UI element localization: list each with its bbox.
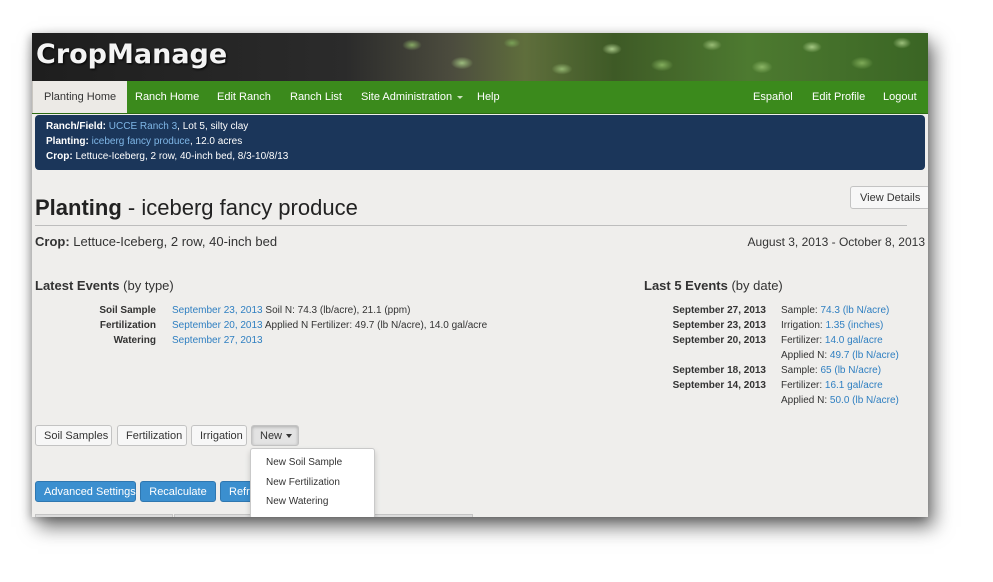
event-prefix: Applied N: bbox=[781, 350, 830, 361]
event-prefix: Sample: bbox=[781, 305, 821, 316]
event-value: Fertilizer: 16.1 gal/acre bbox=[781, 380, 883, 391]
last-5-events-sub: (by date) bbox=[731, 278, 783, 293]
nav-planting-home[interactable]: Planting Home bbox=[32, 81, 128, 113]
event-prefix: Fertilizer: bbox=[781, 380, 825, 391]
fertilization-button[interactable]: Fertilization bbox=[117, 425, 187, 446]
caret-down-icon bbox=[286, 434, 293, 439]
title-divider bbox=[35, 225, 907, 226]
ranch-link[interactable]: UCCE Ranch 3 bbox=[109, 121, 177, 132]
event-value-link[interactable]: 14.0 gal/acre bbox=[825, 335, 883, 346]
crop-summary-value: Lettuce-Iceberg, 2 row, 40-inch bed bbox=[73, 234, 278, 249]
app-window: CropManage Planting Home Ranch Home Edit… bbox=[32, 33, 928, 517]
ranch-field-rest: , Lot 5, silty clay bbox=[177, 121, 249, 132]
event-value-link[interactable]: 16.1 gal/acre bbox=[825, 380, 883, 391]
event-date-link[interactable]: September 23, 2013 bbox=[172, 305, 263, 316]
event-detail: Applied N Fertilizer: 49.7 (lb N/acre), … bbox=[264, 320, 488, 331]
recalculate-button[interactable]: Recalculate bbox=[140, 481, 216, 502]
planting-row: Planting: iceberg fancy produce, 12.0 ac… bbox=[46, 136, 242, 147]
event-value-link[interactable]: 50.0 (lb N/acre) bbox=[830, 395, 899, 406]
advanced-settings-button[interactable]: Advanced Settings bbox=[35, 481, 136, 502]
event-type-value: September 27, 2013 bbox=[172, 335, 263, 346]
crop-summary-label: Crop: bbox=[35, 234, 70, 249]
nav-edit-ranch[interactable]: Edit Ranch bbox=[206, 81, 282, 113]
nav-edit-profile[interactable]: Edit Profile bbox=[801, 81, 876, 113]
event-value-link[interactable]: 74.3 (lb N/acre) bbox=[820, 305, 889, 316]
event-date: September 14, 2013 bbox=[672, 380, 766, 391]
nav-help[interactable]: Help bbox=[466, 81, 511, 113]
event-value: Sample: 65 (lb N/acre) bbox=[781, 365, 881, 376]
crop-leaves-image bbox=[392, 33, 928, 81]
latest-events-heading: Latest Events (by type) bbox=[35, 278, 174, 293]
menu-item-new-watering[interactable]: New Watering bbox=[266, 496, 328, 507]
event-prefix: Irrigation: bbox=[781, 320, 826, 331]
chevron-down-icon bbox=[457, 95, 464, 99]
event-value: Applied N: 50.0 (lb N/acre) bbox=[781, 395, 899, 406]
event-date: September 27, 2013 bbox=[672, 305, 766, 316]
crop-summary: Crop: Lettuce-Iceberg, 2 row, 40-inch be… bbox=[35, 234, 277, 249]
event-type-value: September 20, 2013 Applied N Fertilizer:… bbox=[172, 320, 487, 331]
ranch-field-row: Ranch/Field: UCCE Ranch 3, Lot 5, silty … bbox=[46, 121, 248, 132]
planting-date-range: August 3, 2013 - October 8, 2013 bbox=[747, 235, 925, 249]
irrigation-button[interactable]: Irrigation bbox=[191, 425, 247, 446]
nav-espanol[interactable]: Español bbox=[742, 81, 804, 113]
crop-label: Crop: bbox=[46, 151, 73, 162]
event-value-link[interactable]: 49.7 (lb N/acre) bbox=[830, 350, 899, 361]
planting-link[interactable]: iceberg fancy produce bbox=[92, 136, 190, 147]
event-type-label: Watering bbox=[113, 335, 156, 346]
planting-rest: , 12.0 acres bbox=[189, 136, 243, 147]
page-title-name: iceberg fancy produce bbox=[141, 195, 358, 220]
event-prefix: Sample: bbox=[781, 365, 821, 376]
nav-site-administration[interactable]: Site Administration bbox=[350, 81, 474, 113]
nav-ranch-home[interactable]: Ranch Home bbox=[124, 81, 210, 113]
header-banner: CropManage bbox=[32, 33, 928, 81]
crop-row: Crop: Lettuce-Iceberg, 2 row, 40-inch be… bbox=[46, 151, 288, 162]
menu-item-new-fertilization[interactable]: New Fertilization bbox=[266, 477, 340, 488]
menu-item-new-soil-sample[interactable]: New Soil Sample bbox=[266, 457, 342, 468]
event-value: Applied N: 49.7 (lb N/acre) bbox=[781, 350, 899, 361]
last-5-events-title: Last 5 Events bbox=[644, 278, 728, 293]
nav-ranch-list[interactable]: Ranch List bbox=[279, 81, 353, 113]
new-dropdown-menu: New Soil Sample New Fertilization New Wa… bbox=[250, 448, 375, 517]
event-type-label: Fertilization bbox=[99, 320, 156, 331]
app-logo[interactable]: CropManage bbox=[36, 39, 227, 70]
event-date: September 18, 2013 bbox=[672, 365, 766, 376]
event-value: Sample: 74.3 (lb N/acre) bbox=[781, 305, 889, 316]
event-prefix: Fertilizer: bbox=[781, 335, 825, 346]
page-title: Planting - iceberg fancy produce bbox=[35, 195, 358, 221]
planting-info-box: Ranch/Field: UCCE Ranch 3, Lot 5, silty … bbox=[35, 115, 925, 170]
soil-samples-button[interactable]: Soil Samples bbox=[35, 425, 112, 446]
ranch-field-label: Ranch/Field: bbox=[46, 121, 107, 132]
new-dropdown-button[interactable]: New bbox=[251, 425, 299, 446]
last-5-events-heading: Last 5 Events (by date) bbox=[644, 278, 783, 293]
event-value: Fertilizer: 14.0 gal/acre bbox=[781, 335, 883, 346]
page-title-bold: Planting bbox=[35, 195, 122, 220]
event-detail: Soil N: 74.3 (lb/acre), 21.1 (ppm) bbox=[265, 305, 411, 316]
page-title-separator: - bbox=[121, 195, 142, 220]
event-date-link[interactable]: September 27, 2013 bbox=[172, 335, 263, 346]
event-type-label: Soil Sample bbox=[99, 305, 156, 316]
new-button-label: New bbox=[260, 430, 283, 442]
event-value: Irrigation: 1.35 (inches) bbox=[781, 320, 883, 331]
event-type-value: September 23, 2013 Soil N: 74.3 (lb/acre… bbox=[172, 305, 410, 316]
event-date: September 23, 2013 bbox=[672, 320, 766, 331]
event-date-link[interactable]: September 20, 2013 bbox=[172, 320, 263, 331]
nav-site-administration-label: Site Administration bbox=[361, 91, 453, 103]
event-date: September 20, 2013 bbox=[672, 335, 766, 346]
tab-stub bbox=[35, 514, 173, 517]
main-nav: Planting Home Ranch Home Edit Ranch Ranc… bbox=[32, 81, 928, 114]
latest-events-title: Latest Events bbox=[35, 278, 120, 293]
event-value-link[interactable]: 65 (lb N/acre) bbox=[820, 365, 881, 376]
event-prefix: Applied N: bbox=[781, 395, 830, 406]
view-details-button[interactable]: View Details bbox=[850, 186, 928, 209]
planting-label: Planting: bbox=[46, 136, 89, 147]
crop-value: Lettuce-Iceberg, 2 row, 40-inch bed, 8/3… bbox=[75, 151, 289, 162]
latest-events-sub: (by type) bbox=[123, 278, 174, 293]
nav-logout[interactable]: Logout bbox=[872, 81, 928, 113]
event-value-link[interactable]: 1.35 (inches) bbox=[825, 320, 883, 331]
